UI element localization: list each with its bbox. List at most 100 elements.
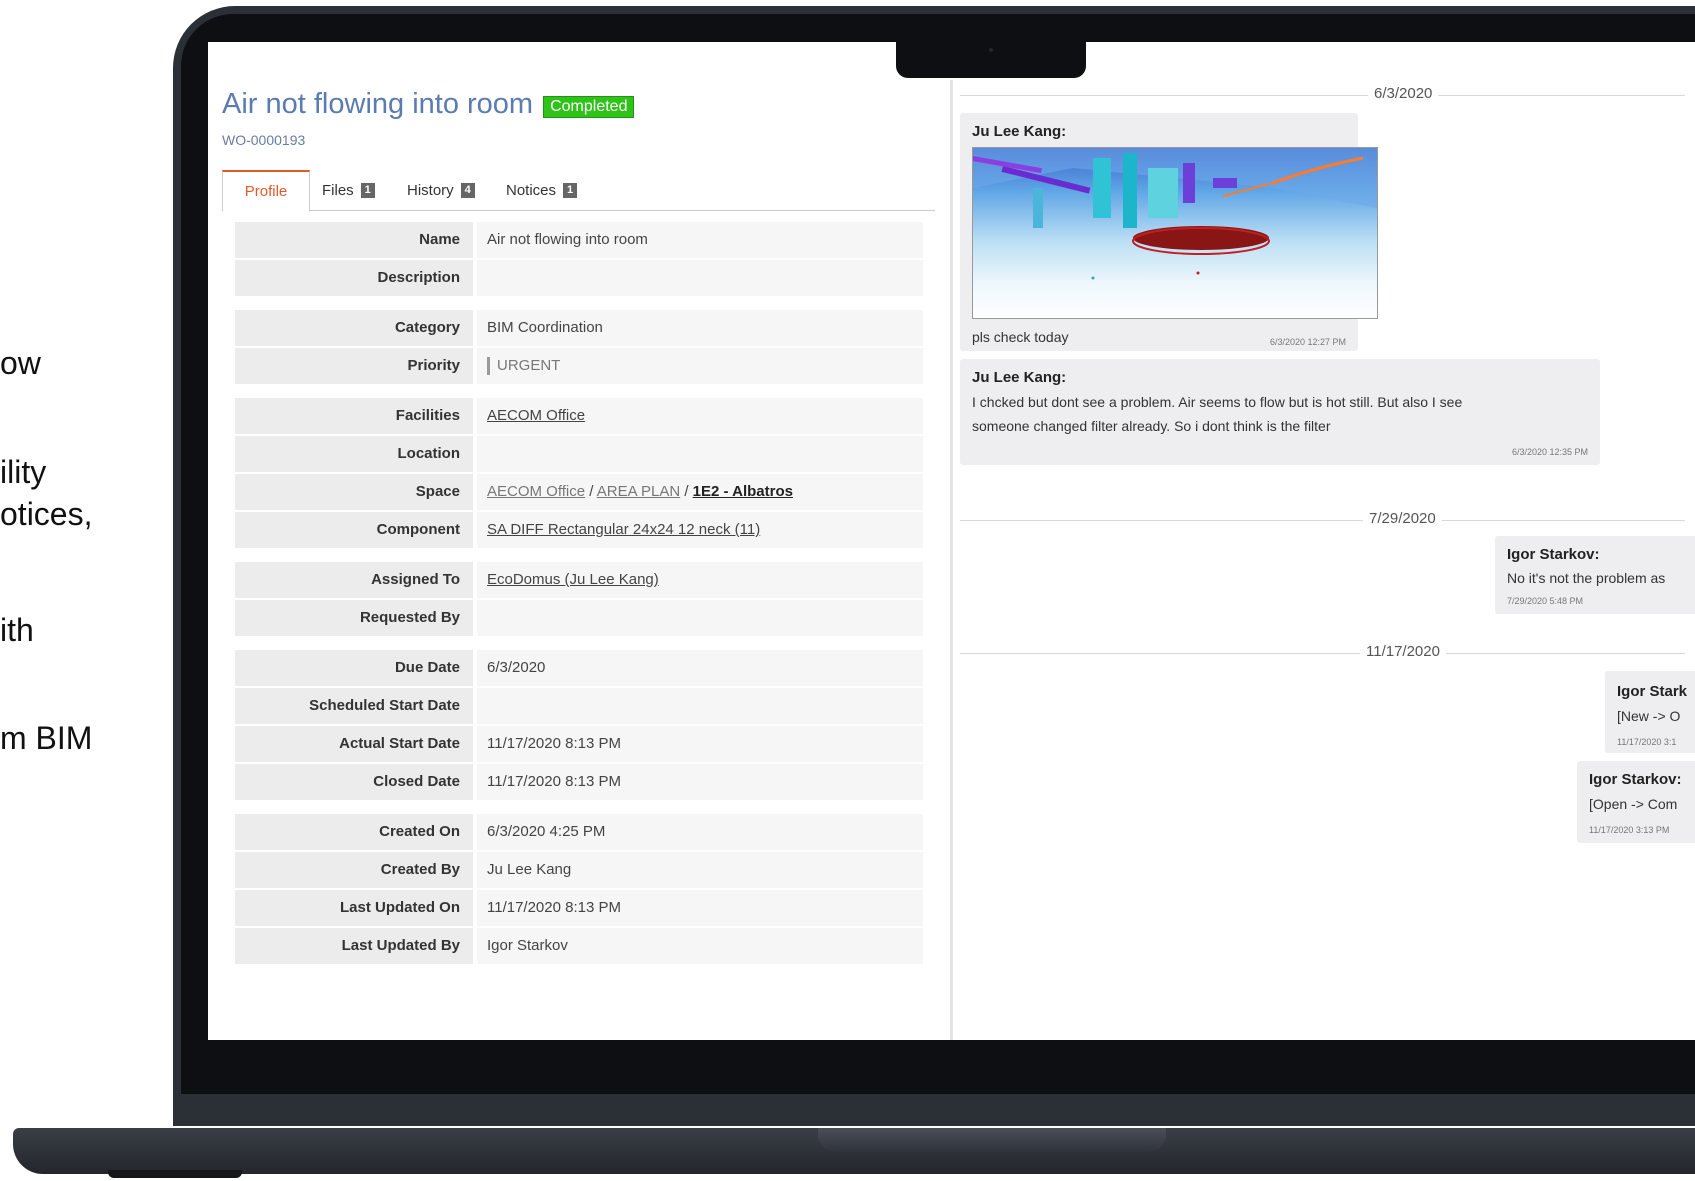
message-text: No it's not the problem as [1507,570,1666,586]
tab-label: Notices [506,181,557,199]
date-label: 11/17/2020 [1360,643,1446,660]
message-timestamp: 7/29/2020 5:48 PM [1507,596,1584,606]
camera-icon [989,48,993,52]
priority-value: URGENT [497,357,561,375]
side-text-line: ith [0,612,34,648]
space-breadcrumb-facility-link[interactable]: AECOM Office [487,483,585,500]
date-separator: 6/3/2020 [960,85,1695,105]
message-timestamp: 6/3/2020 12:35 PM [1511,447,1588,457]
date-label: 7/29/2020 [1363,510,1442,527]
count-badge: 1 [563,182,578,198]
separator-line [960,95,1685,96]
status-badge: Completed [543,95,635,118]
field-label: Location [235,436,473,472]
breadcrumb-separator: / [585,483,597,500]
count-badge: 4 [460,182,475,198]
tab-notices[interactable]: Notices 1 [506,170,578,210]
priority-indicator [487,357,490,376]
row-assigned-to: Assigned To EcoDomus (Ju Lee Kang) [235,562,923,598]
tab-profile[interactable]: Profile [222,170,310,212]
side-text-line: m BIM [0,720,93,756]
field-label: Created By [235,852,473,888]
field-value: AECOM Office / AREA PLAN / 1E2 - Albatro… [477,474,923,510]
tab-label: Files [322,181,354,199]
message-author: Igor Starkov: [1589,771,1682,788]
field-label: Description [235,260,473,296]
field-value: BIM Coordination [477,310,923,346]
count-badge: 1 [360,182,375,198]
message-timestamp: 6/3/2020 12:27 PM [1269,337,1346,347]
row-name: Name Air not flowing into room [235,222,923,258]
page-title: Air not flowing into room [222,88,534,120]
row-location: Location [235,436,923,472]
work-order-panel: Air not flowing into room Completed WO-0… [208,42,948,1040]
attached-image[interactable] [972,147,1378,319]
tab-label: Profile [244,183,288,200]
message-author: Igor Starkov: [1507,546,1600,563]
laptop-foot [108,1170,242,1178]
panel-divider[interactable] [950,80,953,1040]
laptop-base-notch [818,1128,1166,1152]
date-separator: 11/17/2020 [960,643,1695,663]
row-category: Category BIM Coordination [235,310,923,346]
field-value: 11/17/2020 8:13 PM [477,726,923,762]
chat-message: Igor Starkov: No it's not the problem as… [1495,536,1695,614]
field-label: Created On [235,814,473,850]
row-component: Component SA DIFF Rectangular 24x24 12 n… [235,512,923,548]
camera-notch [896,42,1086,78]
message-author: Ju Lee Kang: [972,123,1067,140]
field-value: AECOM Office [477,398,923,434]
field-label: Facilities [235,398,473,434]
facility-link[interactable]: AECOM Office [487,407,585,424]
message-text: [New -> O [1617,708,1681,724]
message-author: Igor Stark [1617,683,1688,700]
field-value: Igor Starkov [477,928,923,964]
field-value: 6/3/2020 [477,650,923,686]
component-link[interactable]: SA DIFF Rectangular 24x24 12 neck (11) [487,521,760,538]
field-label: Priority [235,348,473,384]
side-text-line: otices, [0,496,93,532]
message-author: Ju Lee Kang: [972,369,1067,386]
row-actual-start: Actual Start Date 11/17/2020 8:13 PM [235,726,923,762]
row-description: Description [235,260,923,296]
message-timestamp: 11/17/2020 3:13 PM [1589,825,1670,835]
separator-line [960,653,1685,654]
tab-files[interactable]: Files 1 [322,170,375,210]
breadcrumb-separator: / [680,483,693,500]
field-value: 6/3/2020 4:25 PM [477,814,923,850]
message-text: pls check today [972,329,1069,345]
field-label: Requested By [235,600,473,636]
field-value [477,436,923,472]
assignee-link[interactable]: EcoDomus (Ju Lee Kang) [487,571,659,588]
row-closed-date: Closed Date 11/17/2020 8:13 PM [235,764,923,800]
row-requested-by: Requested By [235,600,923,636]
message-text: [Open -> Com [1589,796,1678,812]
field-value: SA DIFF Rectangular 24x24 12 neck (11) [477,512,923,548]
message-text: I chcked but dont see a problem. Air see… [972,394,1463,410]
chat-message: Ju Lee Kang: pls check today 6/3/2020 12… [960,113,1378,351]
field-label: Name [235,222,473,258]
field-label: Component [235,512,473,548]
side-text-line: ow [0,345,41,381]
separator-line [960,520,1685,521]
space-breadcrumb-floor-link[interactable]: AREA PLAN [597,483,680,500]
field-label: Closed Date [235,764,473,800]
field-label: Space [235,474,473,510]
date-label: 6/3/2020 [1368,85,1439,102]
space-link[interactable]: 1E2 - Albatros [693,483,793,500]
field-label: Assigned To [235,562,473,598]
chat-message: Igor Starkov: [Open -> Com 11/17/2020 3:… [1577,761,1695,843]
field-label: Due Date [235,650,473,686]
field-label: Last Updated By [235,928,473,964]
field-label: Scheduled Start Date [235,688,473,724]
field-value: URGENT [477,348,923,384]
row-last-updated-on: Last Updated On 11/17/2020 8:13 PM [235,890,923,926]
tab-history[interactable]: History 4 [407,170,475,210]
field-value [477,600,923,636]
chat-panel: 6/3/2020 Ju Lee Kang: pls check today 6/… [960,42,1695,1040]
row-created-on: Created On 6/3/2020 4:25 PM [235,814,923,850]
field-value: 11/17/2020 8:13 PM [477,764,923,800]
field-value: EcoDomus (Ju Lee Kang) [477,562,923,598]
side-text-line: ility [0,454,47,490]
laptop-screen: Air not flowing into room Completed WO-0… [208,42,1695,1040]
